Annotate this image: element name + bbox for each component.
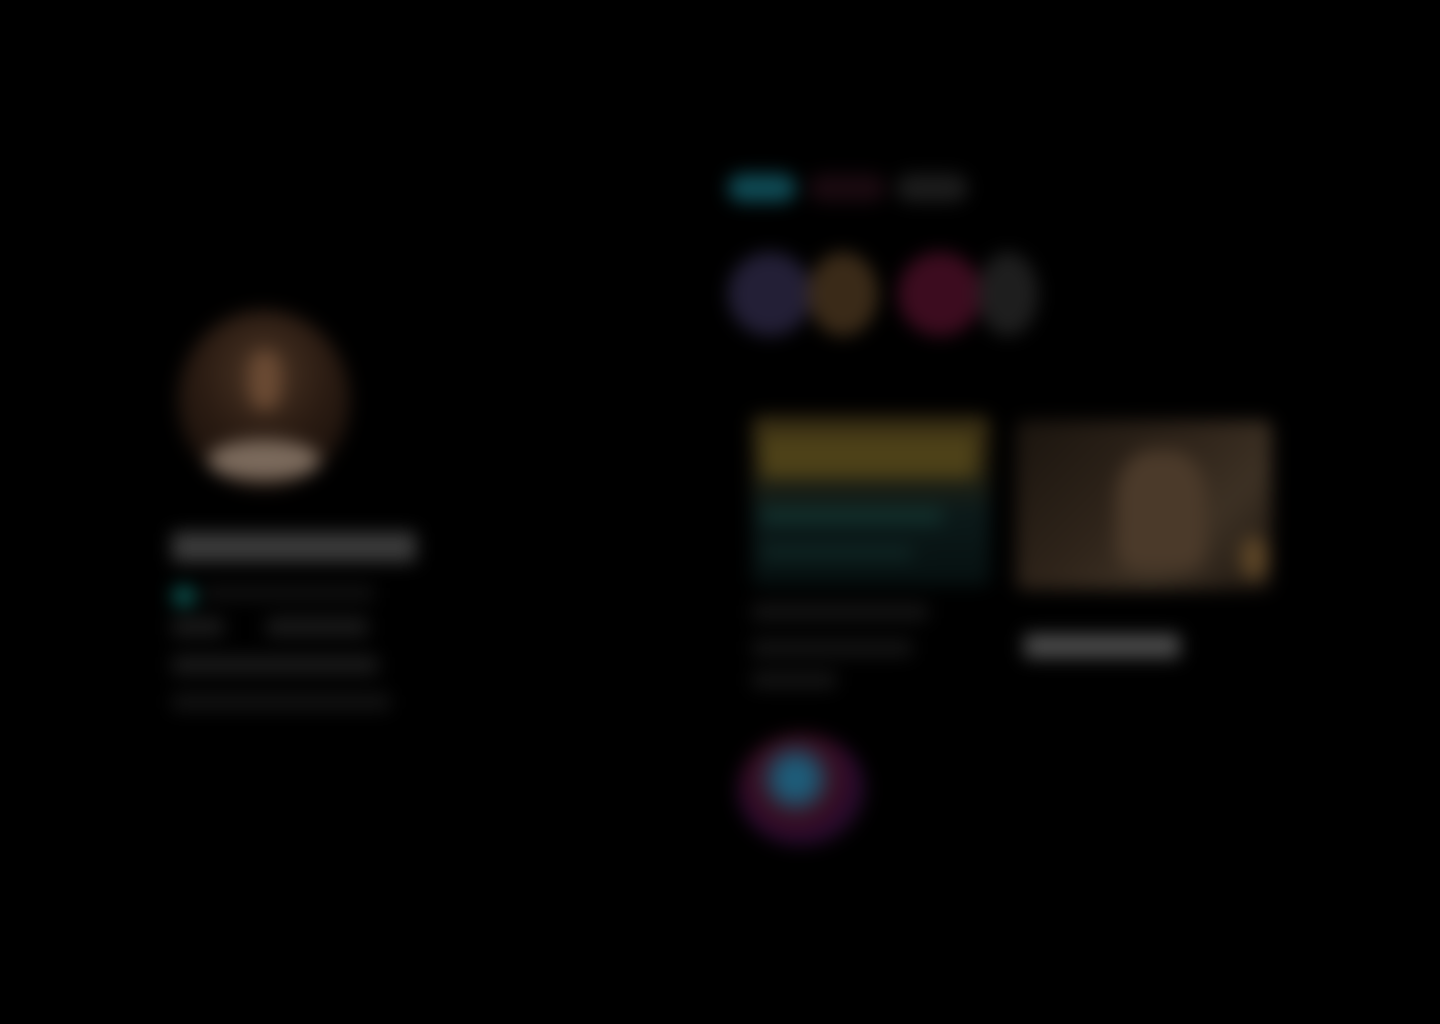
- story-avatar[interactable]: [978, 252, 1038, 336]
- story-avatar[interactable]: [808, 252, 878, 336]
- app-logo-icon[interactable]: [738, 734, 866, 846]
- feed-card-banner: [762, 434, 976, 478]
- media-highlight: [1240, 536, 1268, 580]
- story-avatar[interactable]: [728, 252, 812, 336]
- media-thumbnail[interactable]: [1016, 420, 1272, 590]
- bio-line: [172, 618, 224, 636]
- feed-caption-line: [752, 604, 928, 620]
- bio-line: [172, 694, 390, 710]
- profile-name: [172, 532, 416, 562]
- status-text: [204, 586, 374, 600]
- feed-card-text: [762, 546, 912, 560]
- tab-1[interactable]: [728, 174, 796, 202]
- feed-caption-line: [752, 640, 912, 656]
- media-figure: [1116, 450, 1206, 570]
- profile-photo-face: [248, 350, 282, 410]
- media-caption[interactable]: [1024, 634, 1180, 658]
- tab-3[interactable]: [896, 174, 968, 202]
- bio-line: [266, 618, 368, 636]
- story-avatar[interactable]: [898, 252, 982, 336]
- feed-caption-line: [752, 672, 836, 688]
- profile-photo-lower: [208, 440, 320, 480]
- feed-card-text: [762, 508, 942, 524]
- feed-card-image[interactable]: [752, 416, 990, 586]
- status-dot-icon: [172, 586, 196, 606]
- profile-photo[interactable]: [178, 310, 350, 490]
- bio-line: [172, 656, 378, 674]
- blurred-content-layer: [0, 0, 1440, 1024]
- tab-2[interactable]: [808, 174, 886, 202]
- screen: [0, 0, 1440, 1024]
